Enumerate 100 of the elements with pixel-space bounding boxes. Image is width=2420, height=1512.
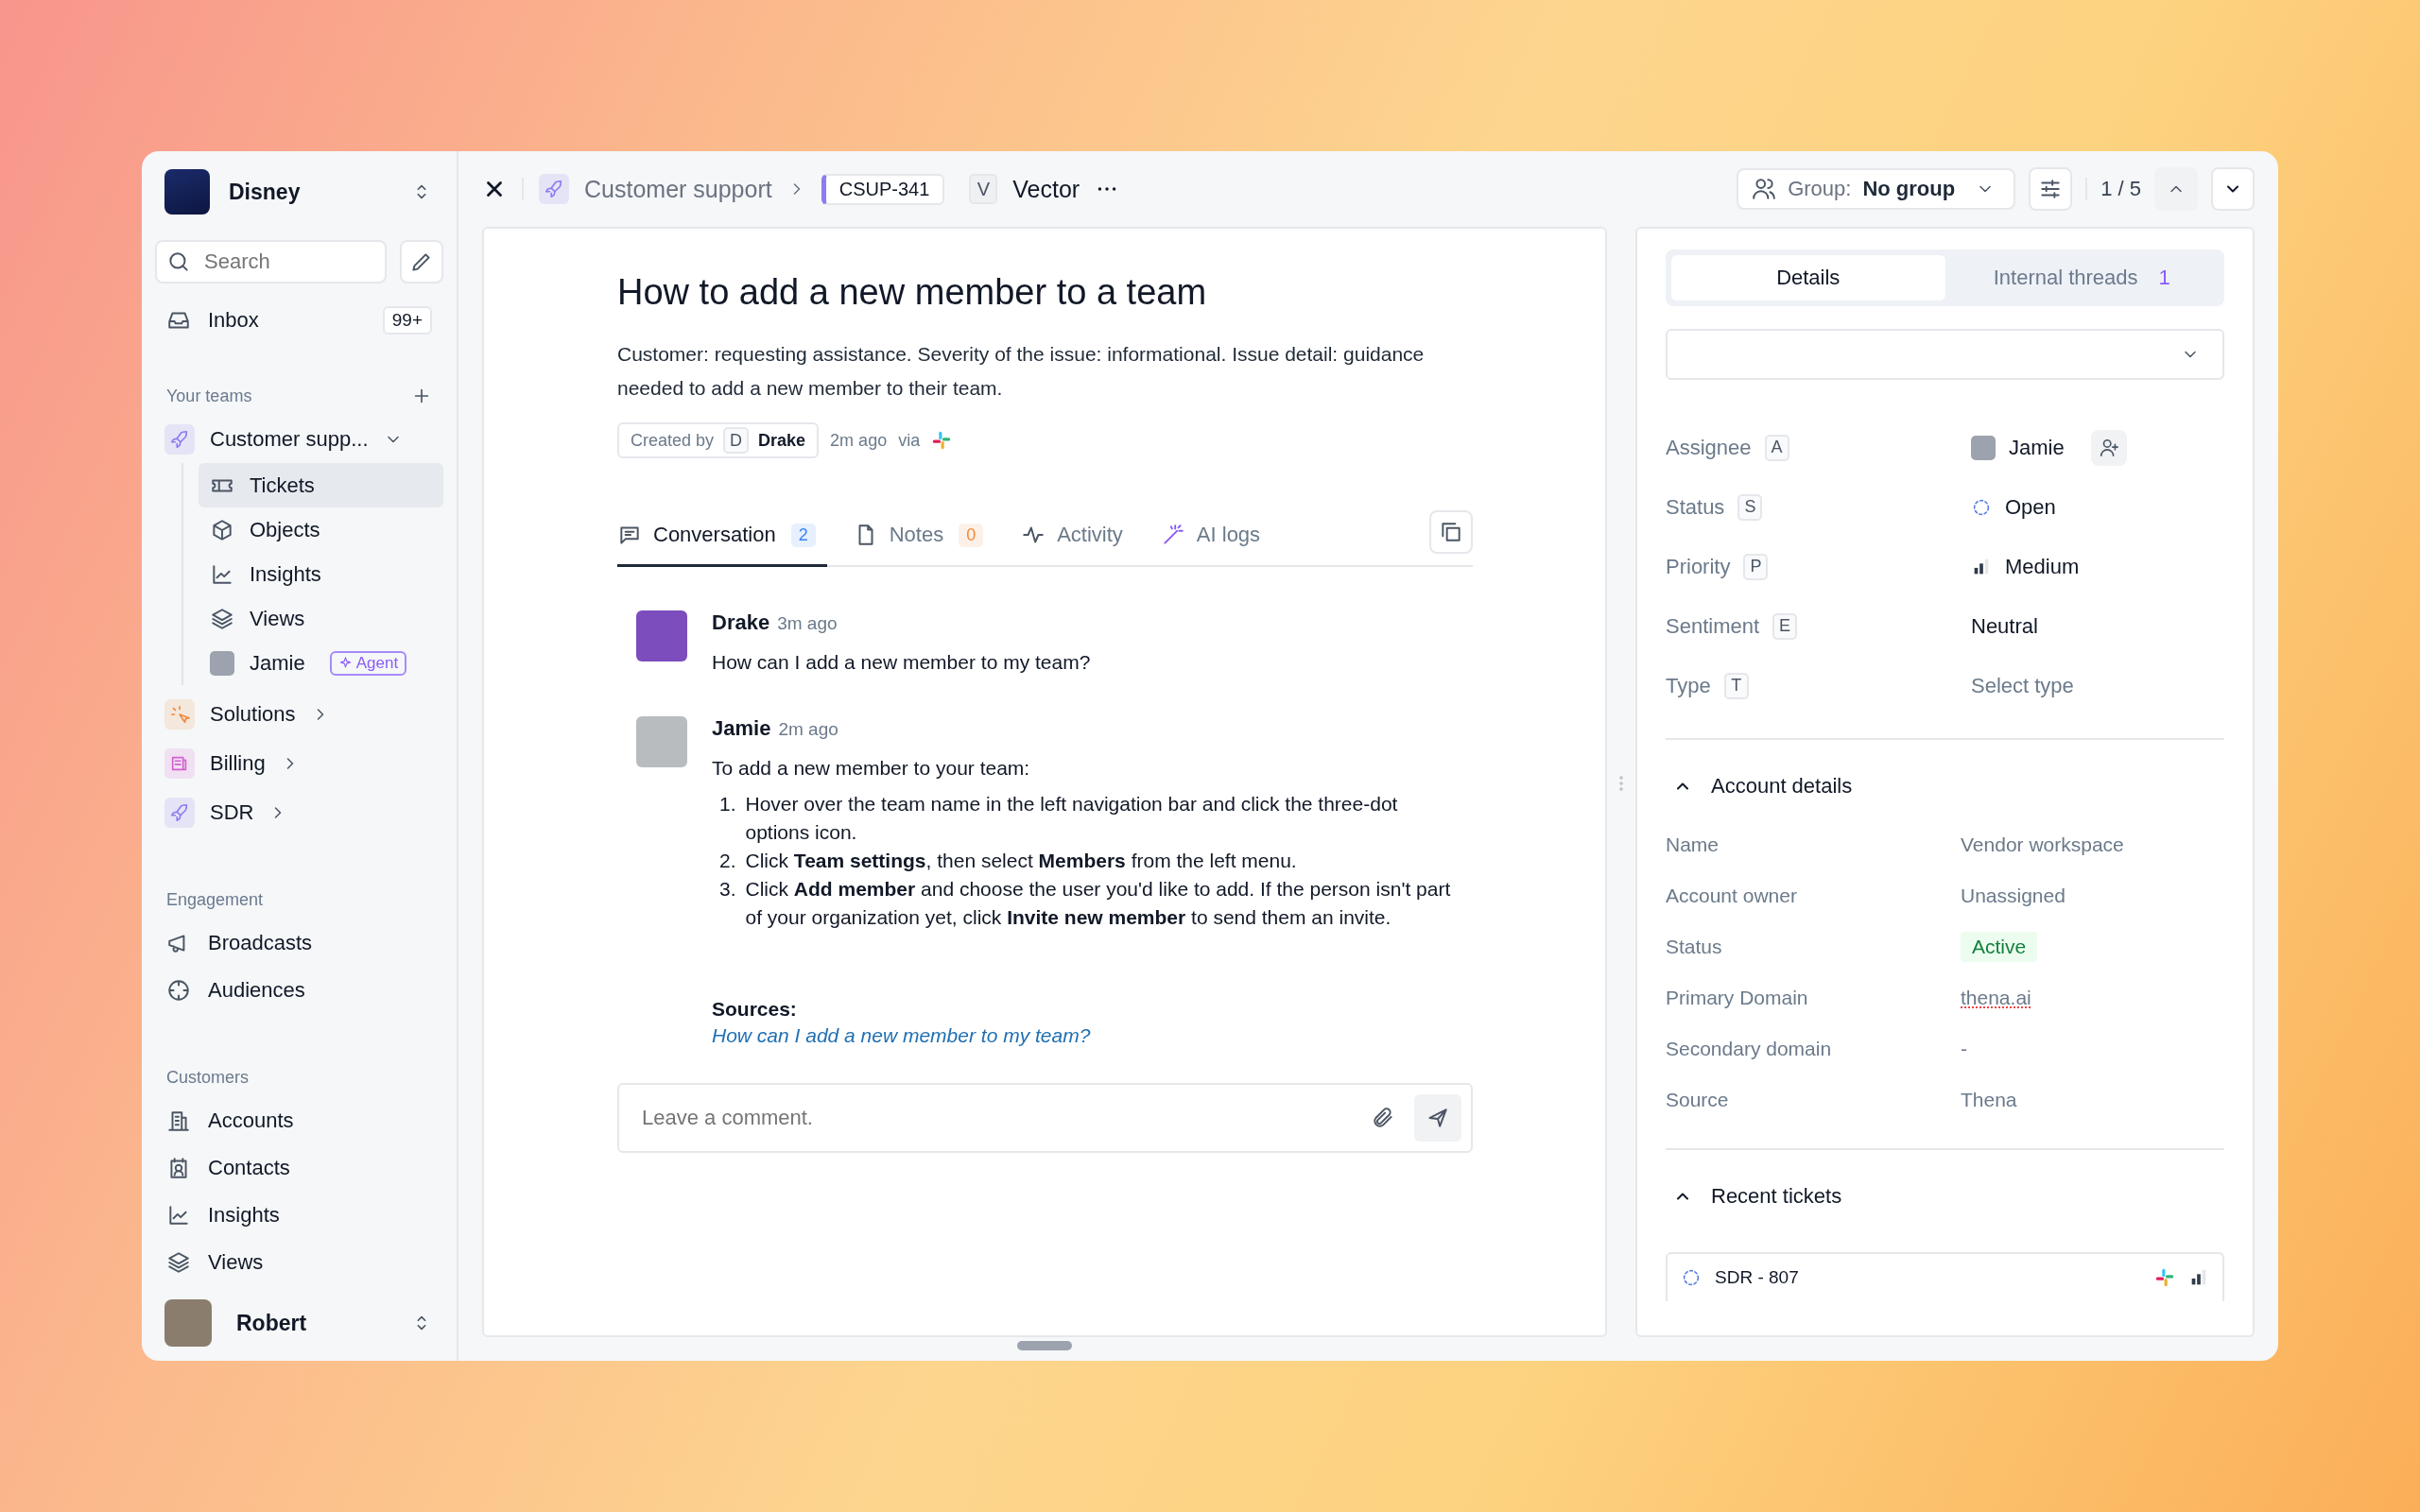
team-nav-item[interactable]: Tickets (199, 463, 443, 507)
nav-label: Objects (250, 517, 320, 542)
team-name[interactable]: SDR (210, 800, 254, 825)
user-name[interactable]: Robert (236, 1310, 307, 1336)
filter-button[interactable] (2029, 167, 2073, 211)
avatar-placeholder (1971, 435, 1996, 460)
team-name[interactable]: Billing (210, 751, 266, 776)
section-heading: Engagement (166, 889, 264, 910)
colored-hash-icon (2154, 1267, 2175, 1288)
nav-item[interactable]: Inbox (208, 308, 259, 333)
step-text: Click Team settings, then select Members from the left menu. (745, 849, 1298, 873)
nav-label: Tickets (250, 472, 315, 498)
field-label: Status (1666, 494, 1725, 520)
avatar-placeholder (636, 610, 687, 662)
cube-icon (210, 517, 234, 542)
field-label: Source (1666, 1089, 1730, 1111)
agent-label: Agent (355, 653, 399, 673)
content-tab[interactable]: Activity (1021, 509, 1134, 567)
workspace-name[interactable]: Disney (229, 179, 301, 205)
step-number: 3. (719, 877, 736, 902)
field-label: Primary Domain (1666, 987, 1809, 1009)
ticket-id: SDR - 807 (1715, 1267, 1799, 1288)
sidebar-item[interactable]: Insights (155, 1192, 443, 1239)
team-nav-item[interactable]: Views (199, 596, 443, 641)
message-text: How can I add a new member to my team? (712, 650, 1091, 675)
sidebar-item[interactable]: Views (155, 1239, 443, 1286)
comment-field[interactable]: Leave a comment. (617, 1083, 1473, 1153)
add-user-button[interactable] (2090, 429, 2127, 466)
field-value: Unassigned (1961, 885, 2066, 907)
source-link[interactable]: How can I add a new member to my team? (712, 1024, 1091, 1046)
field-label: Name (1666, 833, 1720, 856)
field-value[interactable]: Jamie (2009, 435, 2065, 460)
search-icon (166, 249, 191, 274)
content-tab[interactable]: AI logs (1160, 509, 1272, 567)
field-value: - (1961, 1038, 1967, 1060)
field-label: Account owner (1666, 885, 1798, 907)
content-tab[interactable]: Notes 0 (853, 509, 995, 567)
section-title: Account details (1711, 774, 1853, 799)
panel-tab[interactable]: Details (1671, 255, 1945, 301)
team-name[interactable]: Customer supp... (210, 427, 369, 452)
avatar-placeholder (636, 716, 687, 767)
crosshair-icon (166, 978, 191, 1003)
creator-initial: D (723, 427, 750, 454)
user-plus-icon (2098, 437, 2119, 458)
resize-handle[interactable] (1017, 1341, 1072, 1350)
team-name[interactable]: Solutions (210, 702, 296, 727)
message-author: Jamie (712, 716, 771, 741)
created-time: 2m ago (830, 430, 888, 451)
step-text: Hover over the team name in the left navigation bar and click the three-dot options icon. (745, 792, 1399, 845)
breadcrumb-link[interactable]: Customer support (584, 175, 772, 203)
send-button[interactable] (1414, 1094, 1461, 1142)
workspace-logo[interactable] (164, 169, 210, 215)
sidebar-item[interactable]: Broadcasts (155, 919, 443, 967)
field-value[interactable]: Medium (2005, 554, 2080, 579)
team-nav-item[interactable]: Objects (199, 507, 443, 552)
agent-name: Jamie (250, 650, 305, 676)
project-name[interactable]: Vector (1012, 175, 1080, 203)
message-time: 3m ago (777, 613, 838, 634)
ticket-description: Customer: requesting assistance. Severity of the issue: informational. Issue detail: guidance needed to add a new member to their team. (617, 342, 1426, 401)
created-label: Created by (631, 430, 715, 451)
field-label: Assignee (1666, 435, 1752, 460)
panel-tab[interactable]: Internal threads 1 (1945, 255, 2219, 301)
field-value[interactable]: Open (2005, 494, 2056, 520)
sidebar-item[interactable]: Contacts (155, 1144, 443, 1192)
ticket-card[interactable]: SDR - 807 (1666, 1252, 2224, 1301)
split-handle[interactable] (1618, 775, 1624, 792)
step-number: 2. (719, 849, 736, 873)
field-label: Priority (1666, 554, 1731, 579)
copy-button[interactable] (1429, 509, 1473, 554)
nav-label: Insights (208, 1203, 280, 1228)
message-text: To add a new member to your team: (712, 756, 1031, 781)
step-number: 1. (719, 792, 736, 816)
team-nav-item[interactable]: Jamie Agent (199, 641, 443, 685)
team-nav-item[interactable]: Insights (199, 552, 443, 596)
ticket-id: CSUP-341 (821, 173, 945, 205)
send-icon (1426, 1106, 1450, 1130)
field-label: Secondary domain (1666, 1038, 1833, 1060)
search-field[interactable]: Search (155, 240, 387, 284)
field-value[interactable]: Select type (1971, 673, 2074, 698)
nav-label: Views (250, 606, 305, 631)
dashed-circle-icon (1681, 1267, 1702, 1288)
compose-button[interactable] (400, 240, 443, 284)
domain-link[interactable]: thena.ai (1961, 987, 2031, 1009)
colored-hash-icon (931, 430, 953, 451)
content-tab[interactable]: Conversation 2 (617, 509, 827, 567)
line-chart-icon (166, 1203, 191, 1228)
group-dropdown[interactable]: Group: No group (1737, 168, 2016, 210)
sidebar-item[interactable]: Accounts (155, 1097, 443, 1144)
status-badge: Active (1961, 932, 2038, 962)
field-value[interactable]: Neutral (1971, 613, 2038, 639)
nav-label: Contacts (208, 1156, 290, 1180)
project-key: V (969, 174, 998, 204)
shortcut-key: P (1743, 553, 1769, 580)
creator-name: Drake (758, 430, 806, 451)
message-time: 2m ago (778, 719, 838, 740)
message-author: Drake (712, 610, 770, 635)
step-text: Click Add member and choose the user you'd like to add. If the person isn't part of your organization yet, click Invite new member to send them an invite. (745, 877, 1452, 930)
section-heading: Your teams (166, 386, 252, 406)
sidebar-item[interactable]: Audiences (155, 967, 443, 1014)
sparkle-icon (337, 656, 353, 670)
